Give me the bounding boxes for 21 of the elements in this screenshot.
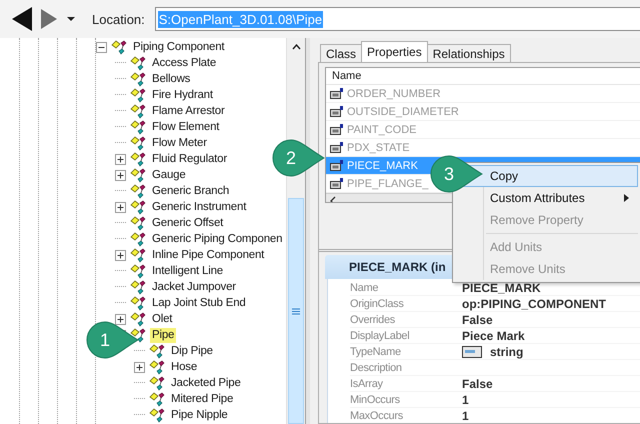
field-value: string bbox=[490, 344, 524, 358]
field-value: False bbox=[462, 376, 493, 390]
field-label: Overrides bbox=[350, 314, 396, 326]
field-value: 1 bbox=[462, 408, 469, 422]
field-label: IsArray bbox=[350, 378, 384, 390]
field-label: Name bbox=[350, 282, 380, 294]
field-label: TypeName bbox=[350, 346, 402, 358]
field-value: 1 bbox=[462, 392, 469, 406]
field-value: False bbox=[462, 312, 493, 326]
field-value: PIECE_MARK bbox=[462, 280, 541, 294]
field-label: Description bbox=[350, 362, 403, 374]
field-label: MaxOccurs bbox=[350, 410, 404, 422]
field-value: op:PIPING_COMPONENT bbox=[462, 296, 606, 310]
step-callout-tooltip: 3 bbox=[430, 155, 484, 193]
field-label: OriginClass bbox=[350, 298, 405, 310]
location-label: Location: bbox=[92, 12, 145, 26]
step-callout-tooltip: 2 bbox=[272, 139, 326, 177]
field-value: Piece Mark bbox=[462, 328, 525, 342]
field-label: MinOccurs bbox=[350, 394, 401, 406]
field-label: DisplayLabel bbox=[350, 330, 410, 342]
step-callout-tooltip: 1 bbox=[86, 321, 140, 359]
